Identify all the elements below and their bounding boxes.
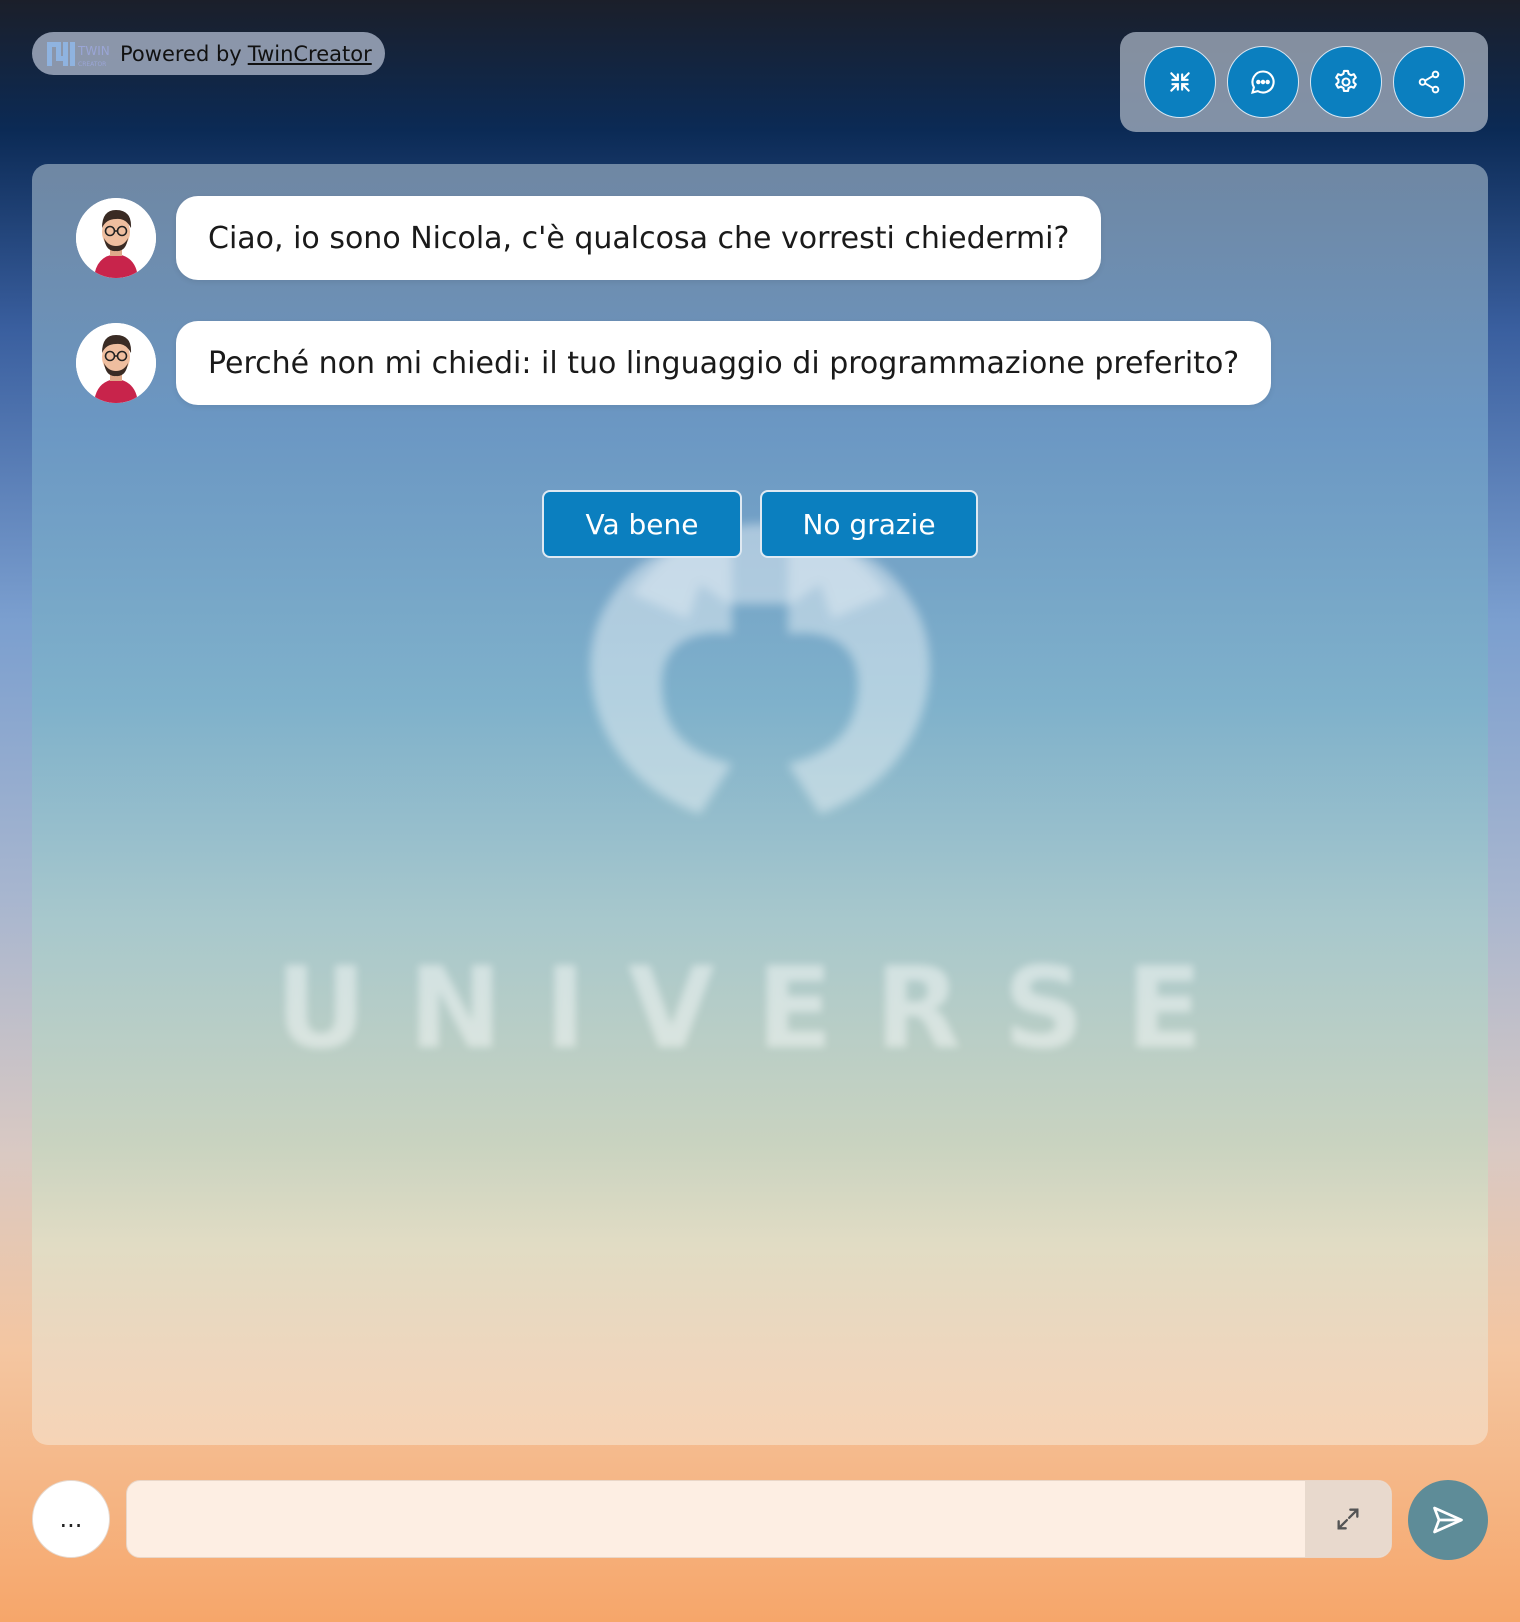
powered-by-badge: TWIN CREATOR Powered by TwinCreator <box>32 32 385 75</box>
avatar <box>76 323 156 403</box>
send-icon <box>1433 1506 1463 1534</box>
settings-button[interactable] <box>1309 46 1382 118</box>
expand-icon <box>1337 1508 1359 1530</box>
more-options-button[interactable]: ... <box>32 1480 110 1558</box>
avatar <box>76 198 156 278</box>
svg-text:TWIN: TWIN <box>77 44 110 58</box>
chat-message: Perché non mi chiedi: il tuo linguaggio … <box>76 321 1272 405</box>
choice-va-bene-button[interactable]: Va bene <box>542 490 742 558</box>
chat-button[interactable] <box>1226 46 1299 118</box>
chat-bubble-icon <box>1250 70 1275 94</box>
svg-text:CREATOR: CREATOR <box>78 61 106 68</box>
quick-reply-choices: Va bene No grazie <box>32 490 1488 558</box>
collapse-icon <box>1169 72 1190 92</box>
top-toolbar <box>1120 32 1488 132</box>
gear-icon <box>1334 69 1357 93</box>
twincreator-link[interactable]: TwinCreator <box>248 42 372 66</box>
message-input[interactable] <box>127 1481 1305 1557</box>
share-button[interactable] <box>1392 46 1465 118</box>
share-icon <box>1418 70 1439 94</box>
chat-message: Ciao, io sono Nicola, c'è qualcosa che v… <box>76 196 1102 280</box>
twincreator-logo: TWIN CREATOR <box>46 38 112 70</box>
powered-by-prefix: Powered by <box>120 41 242 66</box>
message-bubble: Perché non mi chiedi: il tuo linguaggio … <box>176 321 1272 405</box>
chat-panel[interactable]: UNIVERSE Ciao, io sono Nicola, c'è qualc… <box>32 164 1488 1445</box>
message-input-container <box>126 1480 1392 1558</box>
collapse-button[interactable] <box>1143 46 1216 118</box>
message-bubble: Ciao, io sono Nicola, c'è qualcosa che v… <box>176 196 1102 280</box>
choice-no-grazie-button[interactable]: No grazie <box>760 490 978 558</box>
send-button[interactable] <box>1408 1480 1488 1560</box>
universe-watermark-text: UNIVERSE <box>275 944 1245 1074</box>
expand-input-button[interactable] <box>1305 1481 1391 1557</box>
